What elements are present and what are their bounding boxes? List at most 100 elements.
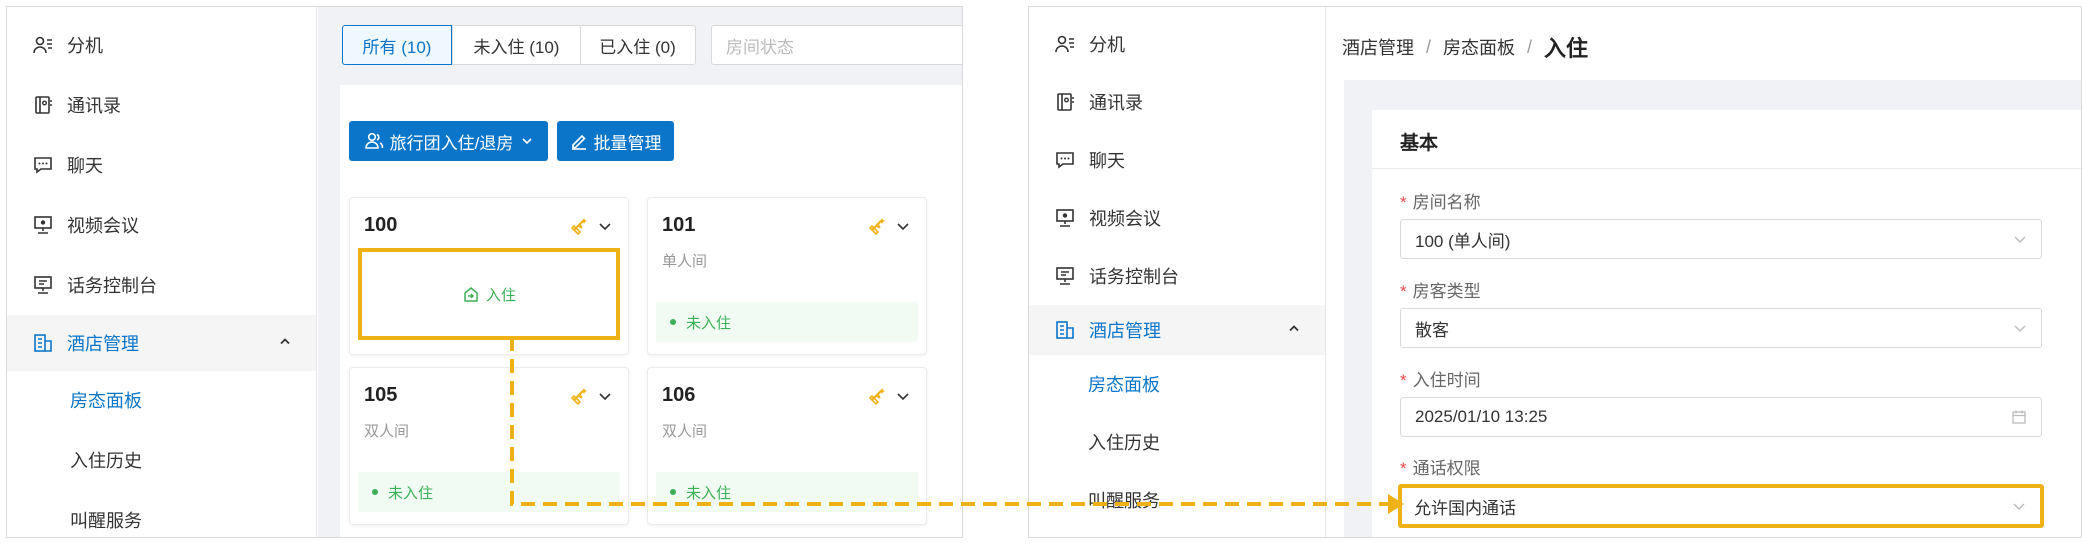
filter-bar: 所有 (10) 未入住 (10) 已入住 (0) 房间状态 xyxy=(318,7,962,82)
sidebar-subitem-label: 房态面板 xyxy=(1088,375,1160,395)
field-label-text: 入住时间 xyxy=(1412,371,1481,390)
chevron-down-icon xyxy=(2012,499,2026,513)
breadcrumb-hotel-management[interactable]: 酒店管理 xyxy=(1342,34,1414,60)
sidebar-subitem-checkin-history[interactable]: 入住历史 xyxy=(1088,417,1160,467)
sidebar-item-label: 话务控制台 xyxy=(1089,267,1179,287)
status-dot xyxy=(670,319,676,325)
checkin-time-picker[interactable]: 2025/01/10 13:25 xyxy=(1400,397,2042,437)
chevron-down-icon[interactable] xyxy=(598,389,612,403)
extension-user-icon xyxy=(33,35,53,55)
sidebar-subitem-room-status-board[interactable]: 房态面板 xyxy=(70,375,142,425)
contacts-icon xyxy=(1055,92,1075,112)
group-checkin-checkout-button[interactable]: 旅行团入住/退房 xyxy=(349,121,548,161)
sidebar-subitem-label: 入住历史 xyxy=(70,451,142,471)
call-permission-label: * 通话权限 xyxy=(1400,454,1481,479)
field-label-text: 房客类型 xyxy=(1412,282,1481,301)
sidebar-item-operator-console[interactable]: 话务控制台 xyxy=(1029,251,1325,301)
sidebar-item-chat[interactable]: 聊天 xyxy=(1029,135,1325,185)
room-type: 单人间 xyxy=(662,253,708,270)
room-card-actions xyxy=(570,216,612,236)
checkin-icon xyxy=(462,285,480,303)
sidebar-item-label: 酒店管理 xyxy=(67,334,139,354)
sidebar-item-hotel-management[interactable]: 酒店管理 xyxy=(7,315,316,371)
sidebar-item-label: 通讯录 xyxy=(67,96,121,116)
status-filter-tabs: 所有 (10) 未入住 (10) 已入住 (0) xyxy=(342,25,696,65)
chevron-up-icon[interactable] xyxy=(278,333,292,354)
sidebar-item-label: 分机 xyxy=(67,36,103,56)
guest-type-select[interactable]: 散客 xyxy=(1400,308,2042,348)
room-number: 100 xyxy=(364,214,398,236)
sidebar-item-label: 视频会议 xyxy=(67,216,139,236)
sidebar-item-hotel-management[interactable]: 酒店管理 xyxy=(1029,305,1325,355)
required-mark: * xyxy=(1400,282,1407,301)
status-dot xyxy=(670,489,676,495)
cleaning-status-icon[interactable] xyxy=(570,216,590,236)
divider xyxy=(1372,168,2081,169)
sidebar-item-label: 分机 xyxy=(1089,35,1125,55)
sidebar-item-extension[interactable]: 分机 xyxy=(1029,19,1325,69)
sidebar-item-chat[interactable]: 聊天 xyxy=(7,139,316,191)
room-card-actions xyxy=(868,386,910,406)
room-number: 101 xyxy=(662,214,696,236)
tab-not-checked-in[interactable]: 未入住 (10) xyxy=(452,26,580,64)
page-title: 入住 xyxy=(1544,36,1589,61)
chat-icon xyxy=(33,155,53,175)
chevron-down-icon[interactable] xyxy=(896,219,910,233)
room-card-105[interactable]: 105 双人间 未入住 xyxy=(349,367,629,525)
sidebar-subitem-wakeup-service[interactable]: 叫醒服务 xyxy=(1088,475,1160,525)
sidebar-item-contacts[interactable]: 通讯录 xyxy=(7,79,316,131)
cleaning-status-icon[interactable] xyxy=(868,386,888,406)
status-dot xyxy=(372,489,378,495)
sidebar-item-extension[interactable]: 分机 xyxy=(7,19,316,71)
checkin-time-label: * 入住时间 xyxy=(1400,366,1481,391)
room-card-101[interactable]: 101 单人间 未入住 xyxy=(647,197,927,355)
sidebar-subitem-label: 叫醒服务 xyxy=(1088,491,1160,511)
breadcrumb-separator: / xyxy=(1527,36,1533,57)
form-area: 基本 * 房间名称 100 (单人间) * 房客类型 散客 * 入住时间 2025/0… xyxy=(1344,80,2081,537)
checkin-button[interactable]: 入住 xyxy=(358,248,620,340)
sidebar-item-operator-console[interactable]: 话务控制台 xyxy=(7,259,316,311)
cleaning-status-icon[interactable] xyxy=(868,216,888,236)
chevron-down-icon[interactable] xyxy=(598,219,612,233)
sidebar-item-label: 话务控制台 xyxy=(67,276,157,296)
field-value: 允许国内通话 xyxy=(1414,498,1516,518)
field-label-text: 房间名称 xyxy=(1412,193,1481,212)
room-card-106[interactable]: 106 双人间 未入住 xyxy=(647,367,927,525)
group-checkin-label: 旅行团入住/退房 xyxy=(389,133,514,153)
sidebar: 分机 通讯录 聊天 视频会议 话务控制台 酒店管理 房态面板 入住历史 叫醒服务 xyxy=(1029,7,1326,537)
sidebar-item-label: 通讯录 xyxy=(1089,93,1143,113)
sidebar-subitem-room-status-board[interactable]: 房态面板 xyxy=(1088,359,1160,409)
room-status-select[interactable]: 房间状态 xyxy=(711,25,962,65)
chevron-down-icon xyxy=(2013,232,2027,246)
sidebar-subitem-label: 入住历史 xyxy=(1088,433,1160,453)
sidebar-subitem-checkin-history[interactable]: 入住历史 xyxy=(70,435,142,485)
sidebar-item-video-conference[interactable]: 视频会议 xyxy=(1029,193,1325,243)
chevron-up-icon[interactable] xyxy=(1287,320,1301,341)
sidebar-item-contacts[interactable]: 通讯录 xyxy=(1029,77,1325,127)
guest-type-label: * 房客类型 xyxy=(1400,277,1481,302)
batch-manage-button[interactable]: 批量管理 xyxy=(557,121,674,161)
sidebar-item-video-conference[interactable]: 视频会议 xyxy=(7,199,316,251)
tab-all[interactable]: 所有 (10) xyxy=(342,25,452,65)
room-board-content: 所有 (10) 未入住 (10) 已入住 (0) 房间状态 旅行团入住/退房 批… xyxy=(318,7,962,537)
required-mark: * xyxy=(1400,193,1407,212)
required-mark: * xyxy=(1400,459,1407,478)
room-status-label: 未入住 xyxy=(686,484,732,502)
contacts-icon xyxy=(33,95,53,115)
room-type: 双人间 xyxy=(364,423,410,440)
room-status-label: 未入住 xyxy=(686,314,732,332)
breadcrumb-room-status-board[interactable]: 房态面板 xyxy=(1443,34,1515,60)
breadcrumb: 酒店管理 / 房态面板 / 入住 xyxy=(1342,31,1588,63)
video-conference-icon xyxy=(33,215,53,235)
room-type: 双人间 xyxy=(662,423,708,440)
room-name-select[interactable]: 100 (单人间) xyxy=(1400,219,2042,259)
chevron-down-icon[interactable] xyxy=(896,389,910,403)
room-card-100[interactable]: 100 入住 xyxy=(349,197,629,355)
call-permission-select[interactable]: 允许国内通话 xyxy=(1398,484,2044,528)
tab-checked-in[interactable]: 已入住 (0) xyxy=(580,26,694,64)
sidebar-item-label: 酒店管理 xyxy=(1089,321,1161,341)
cleaning-status-icon[interactable] xyxy=(570,386,590,406)
sidebar-subitem-wakeup-service[interactable]: 叫醒服务 xyxy=(70,495,142,537)
breadcrumb-separator: / xyxy=(1426,36,1432,57)
basic-form-card: 基本 * 房间名称 100 (单人间) * 房客类型 散客 * 入住时间 2025/0… xyxy=(1372,110,2081,537)
